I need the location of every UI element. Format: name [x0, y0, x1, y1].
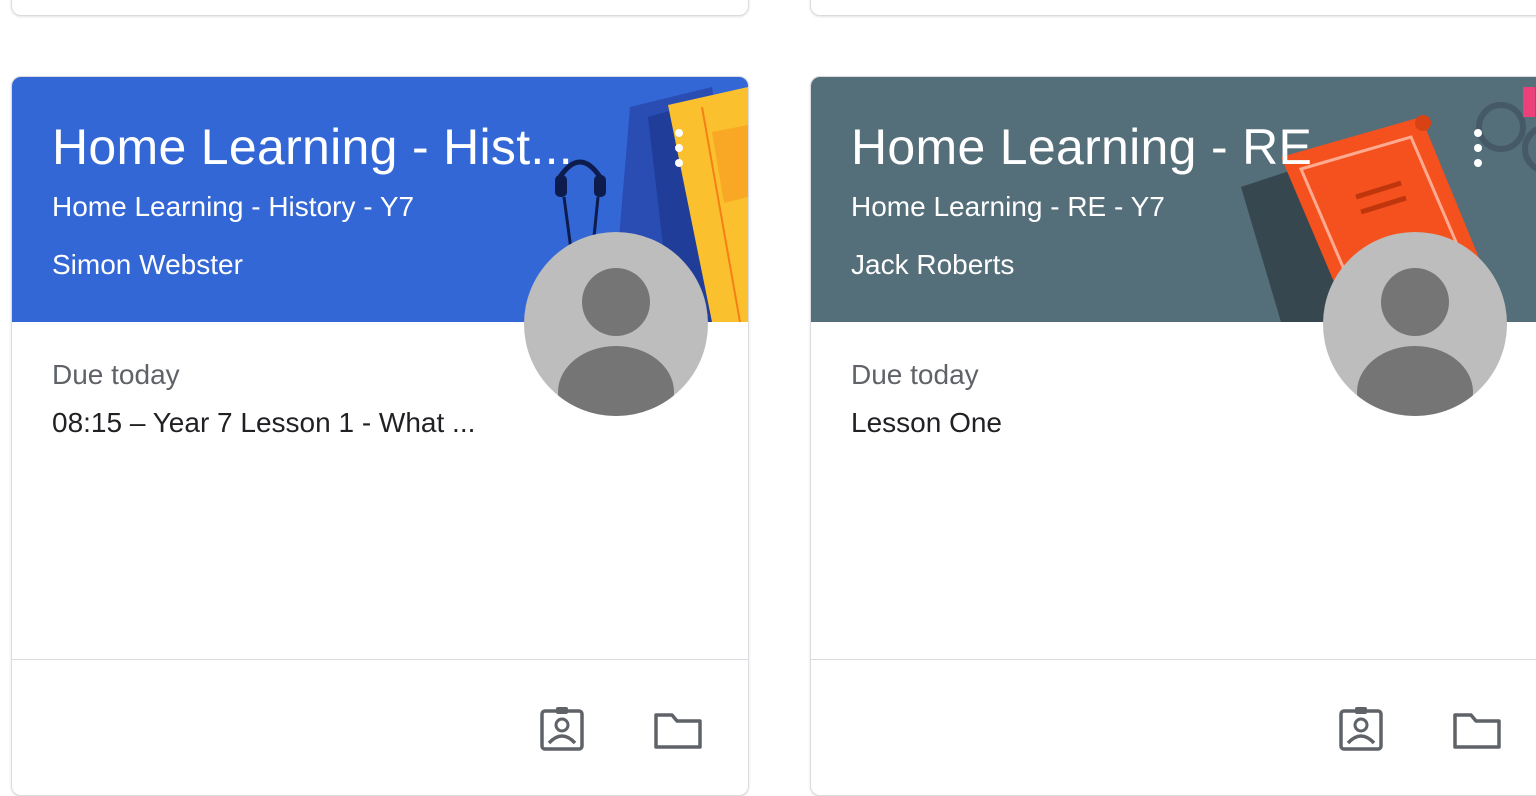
more-options-button[interactable] [666, 127, 692, 171]
more-vert-icon-dot [675, 159, 683, 167]
more-vert-icon-dot [1474, 144, 1482, 152]
teacher-avatar [1323, 232, 1507, 416]
course-section[interactable]: Home Learning - History - Y7 [52, 191, 414, 223]
course-title[interactable]: Home Learning - Hist... [52, 117, 573, 177]
card-divider [12, 659, 748, 660]
more-vert-icon-dot [675, 144, 683, 152]
folder-icon[interactable] [652, 703, 704, 755]
due-label: Due today [851, 359, 979, 390]
teacher-avatar [524, 232, 708, 416]
course-section[interactable]: Home Learning - RE - Y7 [851, 191, 1165, 223]
more-vert-icon [675, 129, 683, 137]
class-card-history[interactable]: Home Learning - Hist... Home Learning - … [11, 76, 749, 796]
course-teacher[interactable]: Jack Roberts [851, 249, 1014, 281]
folder-icon[interactable] [1451, 703, 1503, 755]
person-icon [558, 268, 674, 416]
course-teacher[interactable]: Simon Webster [52, 249, 243, 281]
assignment-ind-icon[interactable] [1335, 703, 1387, 755]
due-assignment-link[interactable]: Lesson One [851, 407, 1002, 439]
due-assignment-link[interactable]: 08:15 – Year 7 Lesson 1 - What ... [52, 407, 475, 439]
person-icon [1357, 268, 1473, 416]
more-options-button[interactable] [1465, 127, 1491, 171]
class-card-partial [810, 0, 1536, 16]
more-vert-icon [1474, 129, 1482, 137]
class-card-partial [11, 0, 749, 16]
due-label: Due today [52, 359, 180, 390]
class-cards-grid: Home Learning - Hist... Home Learning - … [0, 0, 1536, 796]
assignment-ind-icon[interactable] [536, 703, 588, 755]
class-card-re[interactable]: Home Learning - RE Home Learning - RE - … [810, 76, 1536, 796]
card-divider [811, 659, 1536, 660]
more-vert-icon-dot [1474, 159, 1482, 167]
course-title[interactable]: Home Learning - RE [851, 117, 1312, 177]
